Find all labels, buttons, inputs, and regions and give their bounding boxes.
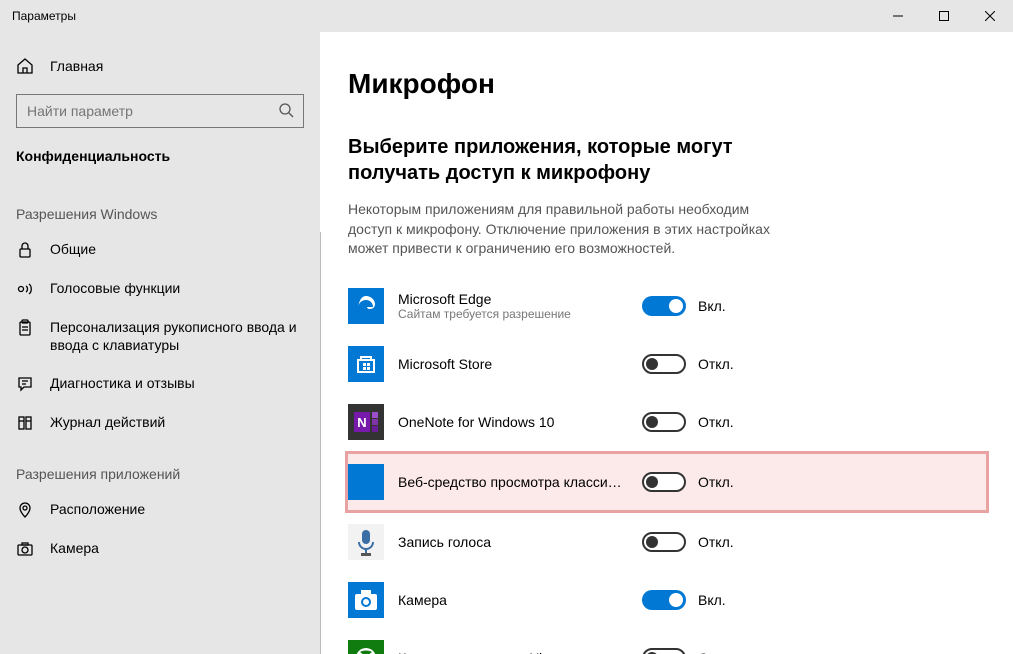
content: Микрофон Выберите приложения, которые мо… xyxy=(320,32,1013,654)
sidebar-item-label: Расположение xyxy=(50,500,145,518)
history-icon xyxy=(16,414,34,432)
sidebar-item-label: Журнал действий xyxy=(50,413,165,431)
group-apps: Разрешения приложений xyxy=(0,442,320,490)
sidebar-item-label: Диагностика и отзывы xyxy=(50,374,195,392)
camera-icon xyxy=(348,582,384,618)
toggle-wrap: Вкл. xyxy=(642,296,726,316)
app-text: Microsoft Store xyxy=(398,356,628,372)
feedback-icon xyxy=(16,375,34,393)
toggle-wrap: Откл. xyxy=(642,532,734,552)
app-name: Запись голоса xyxy=(398,534,628,550)
toggle-switch[interactable] xyxy=(642,648,686,654)
toggle-label: Откл. xyxy=(698,474,734,490)
app-name: Microsoft Edge xyxy=(398,291,628,307)
sidebar-item-ink[interactable]: Персонализация рукописного ввода и ввода… xyxy=(0,308,320,364)
recorder-icon xyxy=(348,524,384,560)
window-title: Параметры xyxy=(12,9,76,23)
search-input[interactable] xyxy=(16,94,304,128)
clipboard-icon xyxy=(16,319,34,337)
toggle-switch[interactable] xyxy=(642,354,686,374)
svg-text:N: N xyxy=(357,415,366,430)
page-title: Микрофон xyxy=(348,68,989,100)
app-row: Microsoft EdgeСайтам требуется разрешени… xyxy=(348,277,989,335)
app-row: Камера Вкл. xyxy=(348,571,989,629)
section-title: Конфиденциальность xyxy=(0,142,320,182)
app-text: Веб-средство просмотра классиче... xyxy=(398,474,628,490)
app-text: Запись голоса xyxy=(398,534,628,550)
sidebar-item-label: Голосовые функции xyxy=(50,279,180,297)
toggle-label: Откл. xyxy=(698,650,734,654)
app-sub: Сайтам требуется разрешение xyxy=(398,307,628,321)
sidebar: Главная Конфиденциальность Разрешения Wi… xyxy=(0,32,320,654)
app-row: Запись голоса Откл. xyxy=(348,513,989,571)
toggle-switch[interactable] xyxy=(642,412,686,432)
toggle-wrap: Вкл. xyxy=(642,590,726,610)
sidebar-home[interactable]: Главная xyxy=(0,46,320,86)
toggle-label: Вкл. xyxy=(698,592,726,608)
app-row: Microsoft Store Откл. xyxy=(348,335,989,393)
onenote-icon: N xyxy=(348,404,384,440)
xbox-icon xyxy=(348,640,384,654)
sidebar-home-label: Главная xyxy=(50,58,103,74)
app-name: Веб-средство просмотра классиче... xyxy=(398,474,628,490)
toggle-label: Вкл. xyxy=(698,298,726,314)
sidebar-item-label: Камера xyxy=(50,539,99,557)
app-text: Компаньон консоли Xbox xyxy=(398,650,628,654)
toggle-label: Откл. xyxy=(698,414,734,430)
lock-icon xyxy=(16,241,34,259)
app-text: Microsoft EdgeСайтам требуется разрешени… xyxy=(398,291,628,321)
store-icon xyxy=(348,346,384,382)
toggle-switch[interactable] xyxy=(642,472,686,492)
toggle-wrap: Откл. xyxy=(642,412,734,432)
sidebar-item-label: Общие xyxy=(50,240,96,258)
minimize-button[interactable] xyxy=(875,0,921,32)
app-name: Камера xyxy=(398,592,628,608)
toggle-label: Откл. xyxy=(698,534,734,550)
app-text: OneNote for Windows 10 xyxy=(398,414,628,430)
sidebar-item-activity[interactable]: Журнал действий xyxy=(0,403,320,442)
maximize-button[interactable] xyxy=(921,0,967,32)
app-name: Microsoft Store xyxy=(398,356,628,372)
home-icon xyxy=(16,57,34,75)
subtitle: Выберите приложения, которые могут получ… xyxy=(348,134,788,186)
sidebar-item-general[interactable]: Общие xyxy=(0,230,320,269)
camera-icon xyxy=(16,540,34,558)
search-icon xyxy=(278,102,294,118)
app-row: Веб-средство просмотра классиче... Откл. xyxy=(345,451,989,513)
close-button[interactable] xyxy=(967,0,1013,32)
toggle-switch[interactable] xyxy=(642,590,686,610)
sidebar-item-voice[interactable]: Голосовые функции xyxy=(0,269,320,308)
app-list: Microsoft EdgeСайтам требуется разрешени… xyxy=(348,277,989,654)
toggle-wrap: Откл. xyxy=(642,648,734,654)
app-text: Камера xyxy=(398,592,628,608)
group-windows: Разрешения Windows xyxy=(0,182,320,230)
app-name: Компаньон консоли Xbox xyxy=(398,650,628,654)
sidebar-item-diag[interactable]: Диагностика и отзывы xyxy=(0,364,320,403)
sidebar-item-location[interactable]: Расположение xyxy=(0,490,320,529)
sidebar-item-camera[interactable]: Камера xyxy=(0,529,320,568)
voice-icon xyxy=(16,280,34,298)
toggle-wrap: Откл. xyxy=(642,354,734,374)
app-row: N OneNote for Windows 10 Откл. xyxy=(348,393,989,451)
toggle-wrap: Откл. xyxy=(642,472,734,492)
sidebar-item-label: Персонализация рукописного ввода и ввода… xyxy=(50,318,304,354)
toggle-switch[interactable] xyxy=(642,296,686,316)
blank-icon xyxy=(348,464,384,500)
edge-icon xyxy=(348,288,384,324)
toggle-label: Откл. xyxy=(698,356,734,372)
toggle-switch[interactable] xyxy=(642,532,686,552)
description: Некоторым приложениям для правильной раб… xyxy=(348,200,788,259)
location-icon xyxy=(16,501,34,519)
app-name: OneNote for Windows 10 xyxy=(398,414,628,430)
app-row: Компаньон консоли Xbox Откл. xyxy=(348,629,989,654)
titlebar: Параметры xyxy=(0,0,1013,32)
